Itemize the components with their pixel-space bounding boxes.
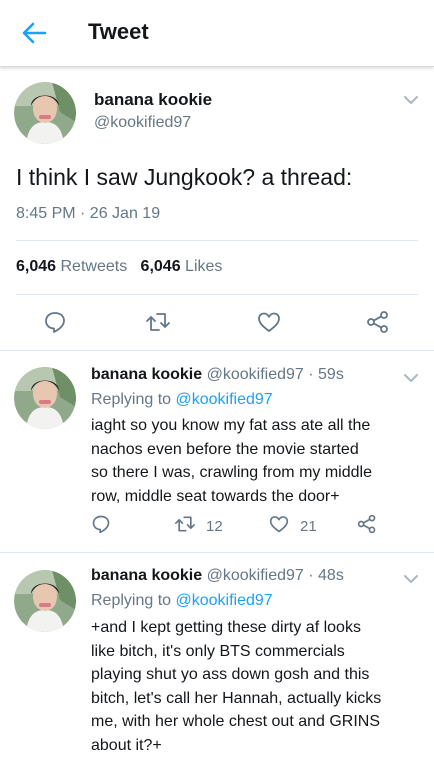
page-title: Tweet <box>88 19 149 44</box>
text-line: like bitch, it's only BTS commercials <box>91 642 345 660</box>
replying-to-label: Replying to <box>91 592 172 609</box>
author-handle-time[interactable]: @kookified97 · 48s <box>207 567 344 584</box>
text-line: nachos even before the movie started <box>91 440 359 458</box>
top-app-bar: Tweet <box>0 0 434 67</box>
arrow-left-icon[interactable] <box>20 20 48 46</box>
share-icon[interactable] <box>357 514 377 538</box>
retweet-count: 12 <box>206 517 223 535</box>
text-line: playing shut yo ass down gosh and this <box>91 666 370 683</box>
likes-count[interactable]: 6,046 <box>141 258 181 275</box>
reply-text: iaght so you know my fat ass ate all the… <box>91 414 421 508</box>
divider <box>16 240 418 241</box>
author-handle-time[interactable]: @kookified97 · 59s <box>207 366 344 383</box>
reply-icon[interactable] <box>43 310 67 339</box>
author-name[interactable]: banana kookie <box>91 366 202 383</box>
text-line: so there I was, crawling from my middle <box>91 464 372 481</box>
retweets-label[interactable]: Retweets <box>61 258 128 275</box>
reply-header: banana kookie @kookified97 · 48s <box>91 567 344 585</box>
divider <box>16 294 418 295</box>
tweet-timestamp[interactable]: 8:45 PM · 26 Jan 19 <box>16 205 160 223</box>
author-handle[interactable]: @kookified97 <box>94 114 191 132</box>
replying-to: Replying to @kookified97 <box>91 592 273 610</box>
share-icon[interactable] <box>366 310 390 339</box>
author-name[interactable]: banana kookie <box>91 567 202 584</box>
text-line: iaght so you know my fat ass ate all the <box>91 417 371 434</box>
share-button[interactable] <box>357 514 377 538</box>
avatar[interactable] <box>14 367 76 429</box>
reply-header: banana kookie @kookified97 · 59s <box>91 366 344 384</box>
avatar[interactable] <box>14 82 76 144</box>
retweet-icon[interactable] <box>174 514 196 538</box>
retweet-button[interactable]: 12 <box>174 514 223 538</box>
retweet-icon[interactable] <box>145 310 171 339</box>
tweet-stats: 6,046 Retweets 6,046 Likes <box>16 258 222 276</box>
text-line: me, with her whole chest out and GRINS <box>91 713 381 730</box>
heart-icon[interactable] <box>268 514 290 538</box>
divider <box>0 350 434 351</box>
avatar[interactable] <box>14 570 76 632</box>
replying-to-link[interactable]: @kookified97 <box>176 391 273 408</box>
tweet-text: I think I saw Jungkook? a thread: <box>16 164 353 190</box>
text-line: about it?+ <box>91 736 162 754</box>
chevron-down-icon[interactable] <box>403 93 419 105</box>
divider <box>0 552 434 553</box>
text-line: row, middle seat towards the door+ <box>91 487 340 505</box>
heart-icon[interactable] <box>256 310 282 339</box>
like-button[interactable]: 21 <box>268 514 317 538</box>
replying-to-link[interactable]: @kookified97 <box>176 592 273 609</box>
like-count: 21 <box>300 517 317 535</box>
reply-button[interactable] <box>91 514 111 538</box>
text-line: +and I kept getting these dirty af looks <box>91 619 361 636</box>
retweets-count[interactable]: 6,046 <box>16 258 56 275</box>
text-line: bitch, let's call her Hannah, actually k… <box>91 689 382 707</box>
author-name[interactable]: banana kookie <box>94 90 212 110</box>
replying-to-label: Replying to <box>91 391 172 408</box>
likes-label[interactable]: Likes <box>185 258 222 275</box>
reply-icon[interactable] <box>91 514 111 538</box>
chevron-down-icon[interactable] <box>403 572 419 584</box>
reply-text: +and I kept getting these dirty af looks… <box>91 616 421 757</box>
chevron-down-icon[interactable] <box>403 371 419 383</box>
replying-to: Replying to @kookified97 <box>91 391 273 409</box>
